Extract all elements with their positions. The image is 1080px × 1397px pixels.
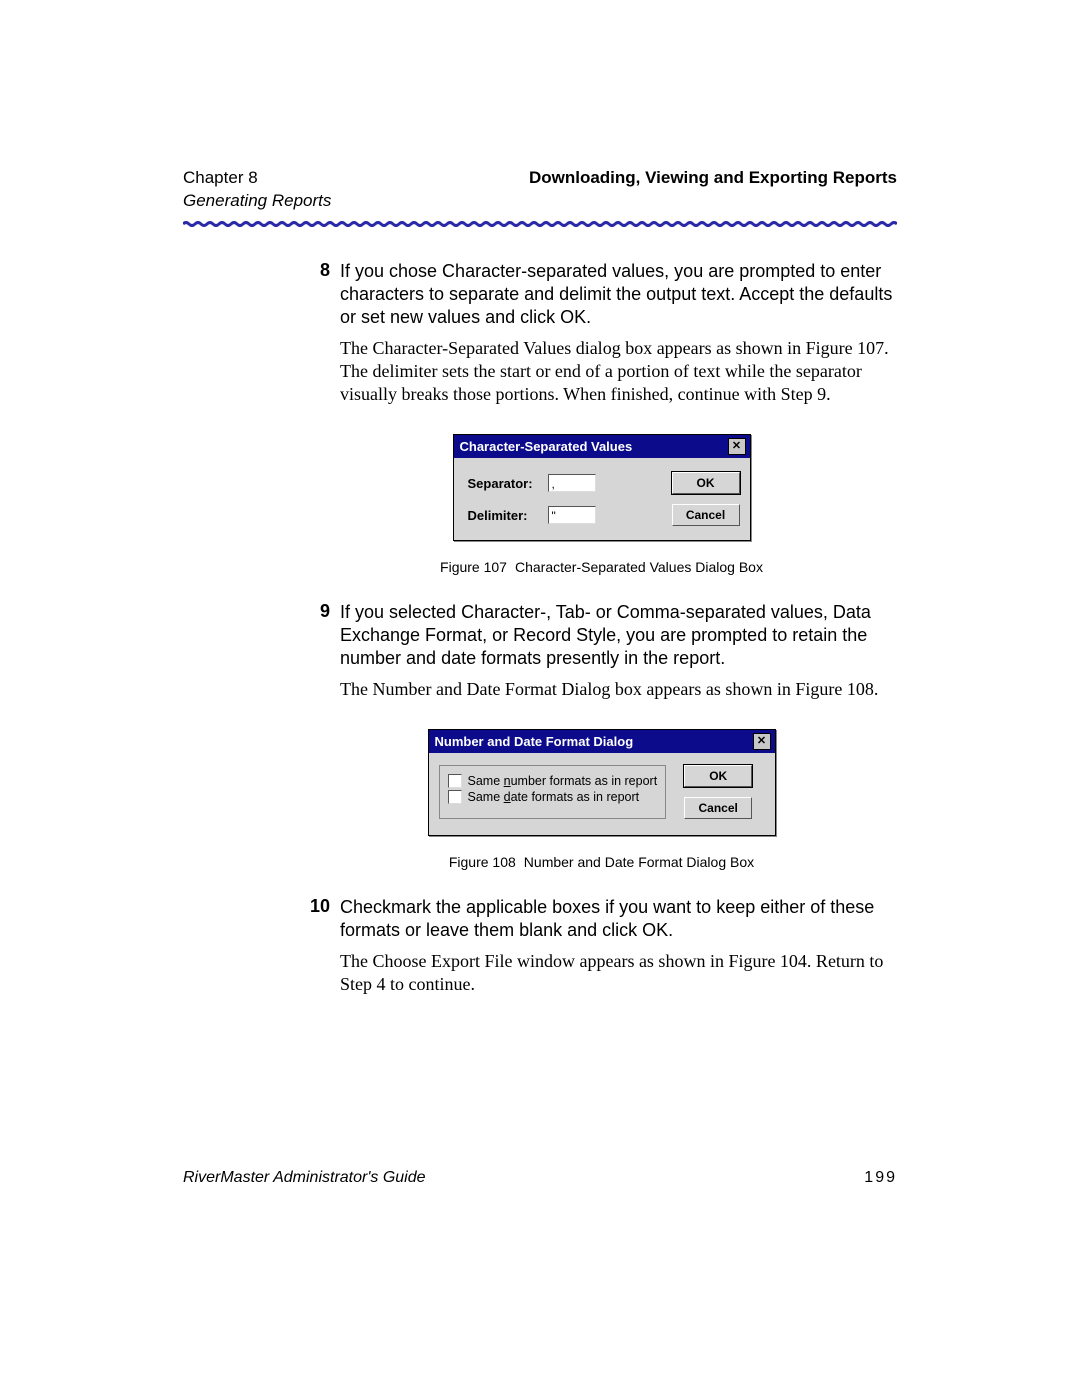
dialog-title: Character-Separated Values xyxy=(460,439,633,454)
separator-row: Separator: , OK xyxy=(468,472,740,494)
step-body: Checkmark the applicable boxes if you wa… xyxy=(340,896,897,996)
dialog-title: Number and Date Format Dialog xyxy=(435,734,634,749)
header-left: Chapter 8 Generating Reports xyxy=(183,168,331,211)
step-body: If you chose Character-separated values,… xyxy=(340,260,897,406)
checkbox-group: Same number formats as in report Same da… xyxy=(439,765,667,819)
number-format-row: Same number formats as in report xyxy=(448,774,658,788)
number-format-checkbox[interactable] xyxy=(448,774,462,788)
delimiter-row: Delimiter: " Cancel xyxy=(468,504,740,526)
content-column: 8 If you chose Character-separated value… xyxy=(306,260,897,996)
footer-guide: RiverMaster Administrator's Guide xyxy=(183,1169,426,1187)
page-footer: RiverMaster Administrator's Guide 199 xyxy=(183,1169,897,1187)
chapter-label: Chapter 8 xyxy=(183,168,331,188)
dialog-titlebar: Number and Date Format Dialog ✕ xyxy=(429,730,775,753)
page-number: 199 xyxy=(864,1169,897,1187)
number-format-label: Same number formats as in report xyxy=(468,774,658,788)
figure-108: Number and Date Format Dialog ✕ Same num… xyxy=(306,729,897,836)
step-number: 9 xyxy=(306,601,340,701)
page-header: Chapter 8 Generating Reports Downloading… xyxy=(183,168,897,211)
figure-label: Figure 107 xyxy=(440,559,507,575)
chapter-subtitle: Generating Reports xyxy=(183,191,331,211)
figure-caption-text: Character-Separated Values Dialog Box xyxy=(515,559,763,575)
dialog-titlebar: Character-Separated Values ✕ xyxy=(454,435,750,458)
date-format-row: Same date formats as in report xyxy=(448,790,658,804)
header-divider xyxy=(183,221,897,227)
step-description: The Character-Separated Values dialog bo… xyxy=(340,337,897,406)
csv-dialog: Character-Separated Values ✕ Separator: … xyxy=(453,434,751,541)
step-instruction: If you chose Character-separated values,… xyxy=(340,260,897,329)
close-icon[interactable]: ✕ xyxy=(728,438,746,455)
step-number: 8 xyxy=(306,260,340,406)
step-8: 8 If you chose Character-separated value… xyxy=(306,260,897,406)
button-column: OK Cancel xyxy=(684,765,752,819)
separator-label: Separator: xyxy=(468,476,548,491)
separator-input[interactable]: , xyxy=(548,474,596,492)
ok-button[interactable]: OK xyxy=(672,472,740,494)
step-10: 10 Checkmark the applicable boxes if you… xyxy=(306,896,897,996)
step-number: 10 xyxy=(306,896,340,996)
delimiter-label: Delimiter: xyxy=(468,508,548,523)
document-page: Chapter 8 Generating Reports Downloading… xyxy=(0,0,1080,1397)
close-icon[interactable]: ✕ xyxy=(753,733,771,750)
dialog-body: Separator: , OK Delimiter: " Cancel xyxy=(454,458,750,540)
date-format-checkbox[interactable] xyxy=(448,790,462,804)
ok-button[interactable]: OK xyxy=(684,765,752,787)
figure-caption-text: Number and Date Format Dialog Box xyxy=(524,854,754,870)
date-format-label: Same date formats as in report xyxy=(468,790,640,804)
delimiter-input[interactable]: " xyxy=(548,506,596,524)
number-date-dialog: Number and Date Format Dialog ✕ Same num… xyxy=(428,729,776,836)
step-body: If you selected Character-, Tab- or Comm… xyxy=(340,601,897,701)
header-right: Downloading, Viewing and Exporting Repor… xyxy=(529,168,897,211)
cancel-button[interactable]: Cancel xyxy=(684,797,752,819)
figure-107-caption: Figure 107 Character-Separated Values Dia… xyxy=(306,559,897,575)
dialog-body: Same number formats as in report Same da… xyxy=(429,753,775,835)
figure-label: Figure 108 xyxy=(449,854,516,870)
figure-108-caption: Figure 108 Number and Date Format Dialog … xyxy=(306,854,897,870)
step-9: 9 If you selected Character-, Tab- or Co… xyxy=(306,601,897,701)
step-instruction: Checkmark the applicable boxes if you wa… xyxy=(340,896,897,942)
step-instruction: If you selected Character-, Tab- or Comm… xyxy=(340,601,897,670)
step-description: The Number and Date Format Dialog box ap… xyxy=(340,678,897,701)
cancel-button[interactable]: Cancel xyxy=(672,504,740,526)
figure-107: Character-Separated Values ✕ Separator: … xyxy=(306,434,897,541)
step-description: The Choose Export File window appears as… xyxy=(340,950,897,996)
